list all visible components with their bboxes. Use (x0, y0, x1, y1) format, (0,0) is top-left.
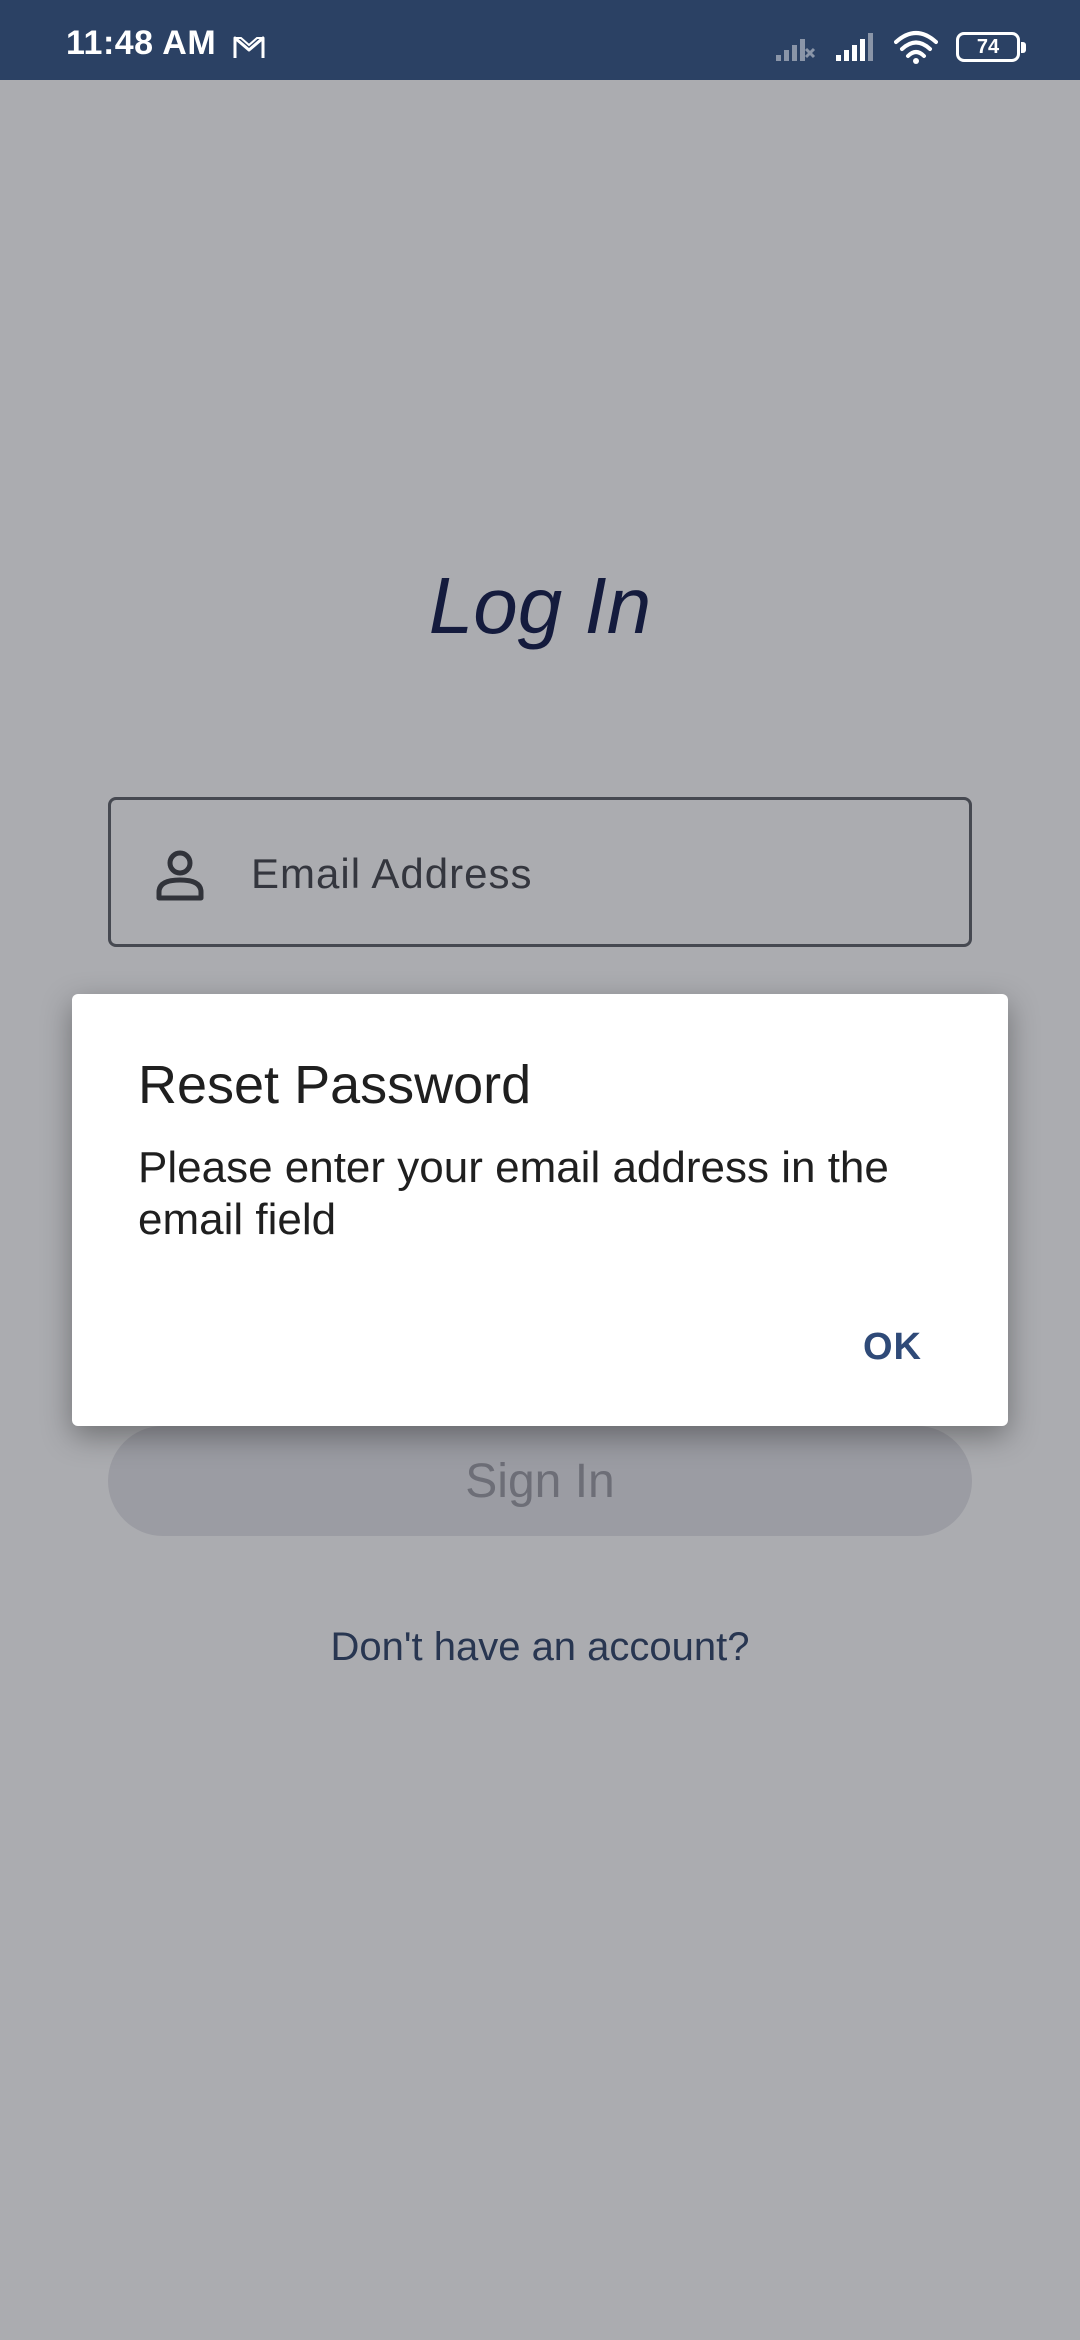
status-icons: 74 (774, 30, 1026, 64)
dialog-title: Reset Password (138, 1055, 532, 1115)
ok-button[interactable]: OK (863, 1326, 922, 1369)
dialog-message: Please enter your email address in the e… (138, 1143, 889, 1244)
status-bar: 11:48 AM 74 (0, 0, 1080, 80)
status-time: 11:48 AM (66, 24, 217, 62)
battery-icon: 74 (956, 32, 1026, 62)
gmail-icon (233, 36, 265, 58)
signal-icon (836, 33, 873, 61)
battery-level: 74 (976, 35, 1000, 58)
signal-no-service-icon (776, 39, 816, 61)
wifi-icon (894, 31, 938, 64)
reset-password-dialog: Reset Password Please enter your email a… (72, 994, 1008, 1426)
